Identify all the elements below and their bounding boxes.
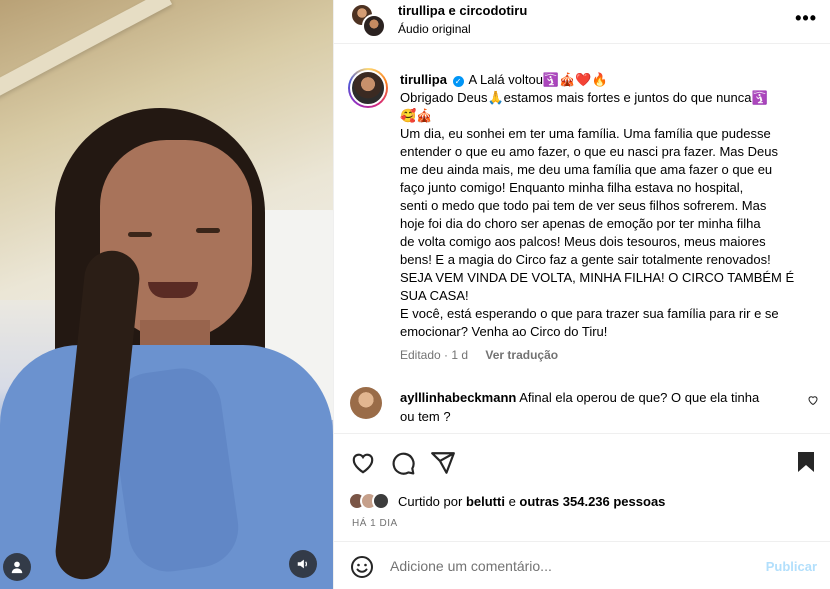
speaker-icon bbox=[297, 559, 308, 569]
caption-line: faço junto comigo! Enquanto minha filha … bbox=[400, 180, 744, 195]
caption-line: tirullipa ✓ A Lalá voltou🛐🎪❤️🔥 bbox=[400, 71, 810, 89]
author-names[interactable]: tirullipa e circodotiru bbox=[398, 3, 527, 18]
video-eye-left bbox=[128, 232, 152, 237]
video-eye-right bbox=[196, 228, 220, 233]
caption-line: Um dia, eu sonhei em ter uma família. Um… bbox=[400, 126, 771, 141]
like-button[interactable] bbox=[350, 450, 376, 476]
caption-line: SUA CASA! bbox=[400, 288, 469, 303]
edited-timestamp: Editado · 1 d bbox=[400, 348, 469, 362]
caption-line: me deu ainda mais, me deu uma família qu… bbox=[400, 162, 773, 177]
comment-item: aylllinhabeckmann Afinal ela operou de q… bbox=[334, 380, 830, 430]
likes-summary: Curtido por belutti e outras 354.236 pes… bbox=[398, 494, 665, 509]
liked-by: Curtido por belutti e outras 354.236 pes… bbox=[348, 490, 665, 512]
caption-username[interactable]: tirullipa bbox=[400, 72, 447, 87]
avatar bbox=[362, 14, 386, 38]
audio-link[interactable]: Áudio original bbox=[398, 22, 471, 36]
comment-text: aylllinhabeckmann Afinal ela operou de q… bbox=[400, 388, 795, 426]
more-options-button[interactable]: ••• bbox=[795, 8, 817, 29]
caption-line: hoje foi dia do choro ser apenas de emoç… bbox=[400, 216, 761, 231]
heart-outline-icon bbox=[808, 396, 818, 406]
likes-connector: e bbox=[508, 493, 516, 509]
comment-input[interactable] bbox=[390, 554, 750, 578]
likes-user-link[interactable]: belutti bbox=[466, 494, 505, 509]
caption-line: entender o que eu amo fazer, o que eu na… bbox=[400, 144, 778, 159]
comment-button[interactable] bbox=[390, 450, 416, 476]
more-horizontal-icon: ••• bbox=[795, 8, 817, 28]
post-panel: tirullipa e circodotiru Áudio original •… bbox=[333, 0, 830, 589]
caption-line: 🥰🎪 bbox=[400, 108, 433, 123]
verified-badge-icon: ✓ bbox=[452, 76, 464, 87]
post-header: tirullipa e circodotiru Áudio original •… bbox=[334, 0, 830, 44]
caption-line: bens! E a magia do Circo faz a gente sai… bbox=[400, 252, 771, 267]
caption-line-text: A Lalá voltou🛐🎪❤️🔥 bbox=[468, 72, 608, 87]
save-button[interactable] bbox=[794, 450, 820, 476]
action-bar: Curtido por belutti e outras 354.236 pes… bbox=[334, 433, 830, 533]
likes-others-link[interactable]: outras 354.236 pessoas bbox=[519, 494, 665, 509]
paper-plane-icon bbox=[431, 452, 455, 474]
collab-avatars[interactable] bbox=[348, 3, 386, 39]
emoji-button[interactable] bbox=[350, 555, 374, 579]
comment-username[interactable]: aylllinhabeckmann bbox=[400, 390, 516, 405]
add-comment-bar: Publicar bbox=[334, 541, 830, 589]
video-player[interactable] bbox=[0, 0, 333, 589]
caption-text: tirullipa ✓ A Lalá voltou🛐🎪❤️🔥 Obrigado … bbox=[400, 71, 810, 341]
avatar[interactable] bbox=[350, 387, 382, 419]
bookmark-filled-icon bbox=[798, 452, 814, 472]
emoji-smile-icon bbox=[351, 556, 373, 578]
like-comment-button[interactable] bbox=[807, 394, 819, 409]
author-avatar[interactable] bbox=[348, 68, 388, 108]
publish-button[interactable]: Publicar bbox=[766, 559, 817, 574]
caption-line: senti o medo que todo pai tem de ver seu… bbox=[400, 198, 767, 213]
caption-section: tirullipa ✓ A Lalá voltou🛐🎪❤️🔥 Obrigado … bbox=[334, 60, 830, 370]
caption-meta: Editado · 1 d Ver tradução bbox=[400, 348, 558, 362]
post-date[interactable]: HÁ 1 DIA bbox=[352, 518, 398, 529]
share-button[interactable] bbox=[430, 450, 456, 476]
comment-body-cont: ou tem ? bbox=[400, 409, 451, 424]
heart-outline-icon bbox=[352, 453, 374, 474]
mute-button[interactable] bbox=[289, 550, 317, 578]
comment-body: Afinal ela operou de que? O que ela tinh… bbox=[519, 390, 760, 405]
caption-line: de volta comigo aos palcos! Meus dois te… bbox=[400, 234, 766, 249]
caption-line: Obrigado Deus🙏estamos mais fortes e junt… bbox=[400, 90, 768, 105]
caption-line: E você, está esperando o que para trazer… bbox=[400, 306, 779, 321]
see-translation-link[interactable]: Ver tradução bbox=[485, 348, 558, 362]
avatar bbox=[372, 492, 390, 510]
likes-prefix: Curtido por bbox=[398, 493, 463, 509]
tagged-users-button[interactable] bbox=[3, 553, 31, 581]
comment-bubble-icon bbox=[392, 452, 415, 475]
user-icon bbox=[11, 561, 23, 574]
caption-line: SEJA VEM VINDA DE VOLTA, MINHA FILHA! O … bbox=[400, 270, 795, 285]
caption-line: emocionar? Venha ao Circo do Tiru! bbox=[400, 324, 608, 339]
